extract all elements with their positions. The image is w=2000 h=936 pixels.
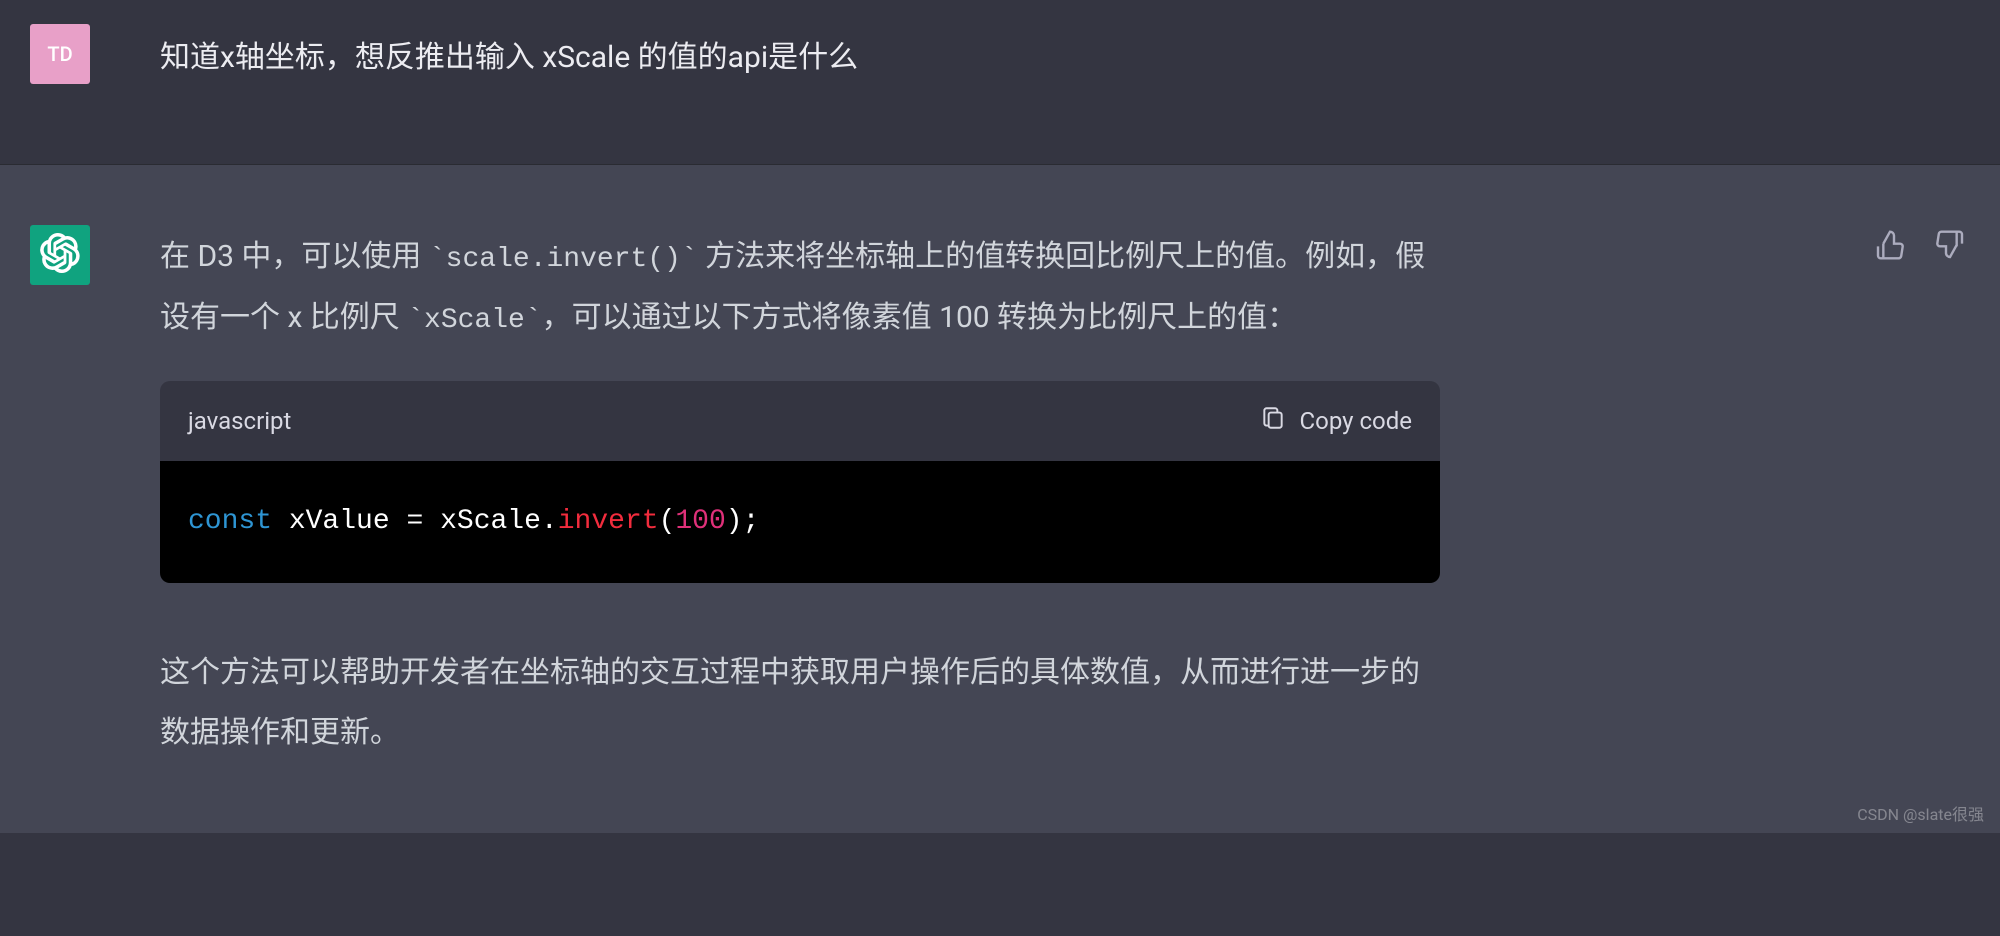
code-token-keyword: const xyxy=(188,506,272,537)
code-token-variable: xScale xyxy=(440,506,541,537)
code-token-variable: xValue xyxy=(289,506,390,537)
text-segment: 在 D3 中，可以使用 xyxy=(160,239,429,274)
copy-code-button[interactable]: Copy code xyxy=(1260,405,1412,437)
assistant-paragraph-2: 这个方法可以帮助开发者在坐标轴的交互过程中获取用户操作后的具体数值，从而进行进一… xyxy=(160,643,1440,763)
user-avatar: TD xyxy=(30,24,90,84)
inline-code: `xScale` xyxy=(407,305,541,336)
assistant-avatar xyxy=(30,225,90,285)
code-language-label: javascript xyxy=(188,397,291,445)
user-avatar-initials: TD xyxy=(47,42,72,66)
assistant-text-body: 在 D3 中，可以使用 `scale.invert()` 方法来将坐标轴上的值转… xyxy=(160,225,1440,763)
user-message: TD 知道x轴坐标，想反推出输入 xScale 的值的api是什么 xyxy=(0,0,2000,165)
code-block: javascript Copy code const xValue = xSca… xyxy=(160,381,1440,583)
user-message-text: 知道x轴坐标，想反推出输入 xScale 的值的api是什么 xyxy=(160,24,1440,82)
thumbs-down-icon xyxy=(1934,249,1966,264)
thumbs-down-button[interactable] xyxy=(1930,225,1970,268)
thumbs-up-icon xyxy=(1874,249,1906,264)
clipboard-icon xyxy=(1260,405,1286,437)
code-token-method: invert xyxy=(558,506,659,537)
text-segment: ，可以通过以下方式将像素值 100 转换为比例尺上的值： xyxy=(542,300,1297,335)
feedback-buttons xyxy=(1870,225,1970,268)
watermark: CSDN @slate很强 xyxy=(1857,801,1984,825)
assistant-paragraph-1: 在 D3 中，可以使用 `scale.invert()` 方法来将坐标轴上的值转… xyxy=(160,227,1440,349)
assistant-message: 在 D3 中，可以使用 `scale.invert()` 方法来将坐标轴上的值转… xyxy=(0,165,2000,833)
copy-code-label: Copy code xyxy=(1300,407,1412,435)
code-token-number: 100 xyxy=(675,506,725,537)
inline-code: `scale.invert()` xyxy=(429,244,698,275)
thumbs-up-button[interactable] xyxy=(1870,225,1910,268)
code-header: javascript Copy code xyxy=(160,381,1440,461)
openai-logo-icon xyxy=(40,233,80,277)
code-body: const xValue = xScale.invert(100); xyxy=(160,461,1440,583)
user-content: 知道x轴坐标，想反推出输入 xScale 的值的api是什么 xyxy=(160,24,1440,82)
assistant-content: 在 D3 中，可以使用 `scale.invert()` 方法来将坐标轴上的值转… xyxy=(160,225,1440,763)
